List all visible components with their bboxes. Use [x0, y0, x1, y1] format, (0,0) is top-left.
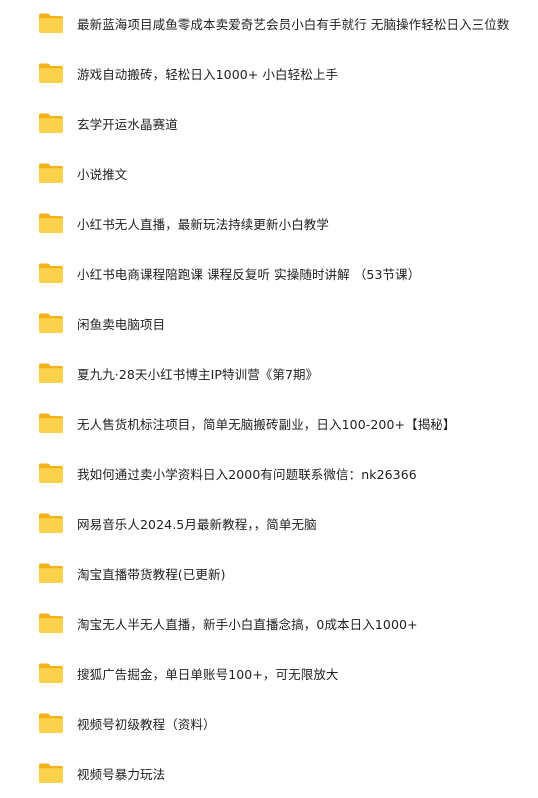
folder-name: 小红书无人直播，最新玩法持续更新小白教学 [77, 216, 330, 232]
folder-icon [38, 712, 64, 734]
folder-name: 搜狐广告掘金，单日单账号100+，可无限放大 [77, 666, 339, 682]
folder-icon [38, 262, 64, 284]
folder-icon [38, 762, 64, 784]
folder-name: 视频号暴力玩法 [77, 766, 166, 782]
folder-name: 最新蓝海项目咸鱼零成本卖爱奇艺会员小白有手就行 无脑操作轻松日入三位数 [77, 16, 510, 32]
folder-icon [38, 112, 64, 134]
folder-item[interactable]: 玄学开运水晶赛道 [0, 98, 538, 148]
folder-icon [38, 612, 64, 634]
folder-item[interactable]: 淘宝无人半无人直播，新手小白直播念搞，0成本日入1000+ [0, 598, 538, 648]
folder-icon [38, 412, 64, 434]
folder-item[interactable]: 小红书电商课程陪跑课 课程反复听 实操随时讲解 （53节课） [0, 248, 538, 298]
folder-item[interactable]: 小说推文 [0, 148, 538, 198]
folder-icon [38, 12, 64, 34]
folder-name: 视频号初级教程（资料） [77, 716, 216, 732]
folder-icon [38, 562, 64, 584]
folder-name: 游戏自动搬砖，轻松日入1000+ 小白轻松上手 [77, 66, 339, 82]
folder-icon [38, 462, 64, 484]
folder-name: 小红书电商课程陪跑课 课程反复听 实操随时讲解 （53节课） [77, 266, 421, 282]
folder-name: 淘宝直播带货教程(已更新) [77, 566, 226, 582]
folder-name: 玄学开运水晶赛道 [77, 116, 178, 132]
folder-icon [38, 662, 64, 684]
folder-name: 小说推文 [77, 166, 128, 182]
folder-icon [38, 312, 64, 334]
folder-icon [38, 512, 64, 534]
folder-name: 淘宝无人半无人直播，新手小白直播念搞，0成本日入1000+ [77, 616, 418, 632]
folder-name: 夏九九·28天小红书博主IP特训营《第7期》 [77, 366, 319, 382]
folder-item[interactable]: 闲鱼卖电脑项目 [0, 298, 538, 348]
folder-item[interactable]: 搜狐广告掘金，单日单账号100+，可无限放大 [0, 648, 538, 698]
folder-name: 无人售货机标注项目，简单无脑搬砖副业，日入100-200+【揭秘】 [77, 416, 456, 432]
folder-item[interactable]: 网易音乐人2024.5月最新教程，，简单无脑 [0, 498, 538, 548]
folder-item[interactable]: 淘宝直播带货教程(已更新) [0, 548, 538, 598]
folder-name: 闲鱼卖电脑项目 [77, 316, 166, 332]
folder-item[interactable]: 夏九九·28天小红书博主IP特训营《第7期》 [0, 348, 538, 398]
folder-item[interactable]: 无人售货机标注项目，简单无脑搬砖副业，日入100-200+【揭秘】 [0, 398, 538, 448]
folder-name: 我如何通过卖小学资料日入2000有问题联系微信：nk26366 [77, 466, 417, 482]
folder-item[interactable]: 最新蓝海项目咸鱼零成本卖爱奇艺会员小白有手就行 无脑操作轻松日入三位数 [0, 0, 538, 48]
folder-icon [38, 362, 64, 384]
folder-list: 最新蓝海项目咸鱼零成本卖爱奇艺会员小白有手就行 无脑操作轻松日入三位数 游戏自动… [0, 0, 538, 798]
folder-icon [38, 62, 64, 84]
folder-name: 网易音乐人2024.5月最新教程，，简单无脑 [77, 516, 317, 532]
folder-item[interactable]: 我如何通过卖小学资料日入2000有问题联系微信：nk26366 [0, 448, 538, 498]
folder-icon [38, 162, 64, 184]
folder-item[interactable]: 视频号初级教程（资料） [0, 698, 538, 748]
folder-item[interactable]: 小红书无人直播，最新玩法持续更新小白教学 [0, 198, 538, 248]
folder-item[interactable]: 视频号暴力玩法 [0, 748, 538, 798]
folder-icon [38, 212, 64, 234]
folder-item[interactable]: 游戏自动搬砖，轻松日入1000+ 小白轻松上手 [0, 48, 538, 98]
